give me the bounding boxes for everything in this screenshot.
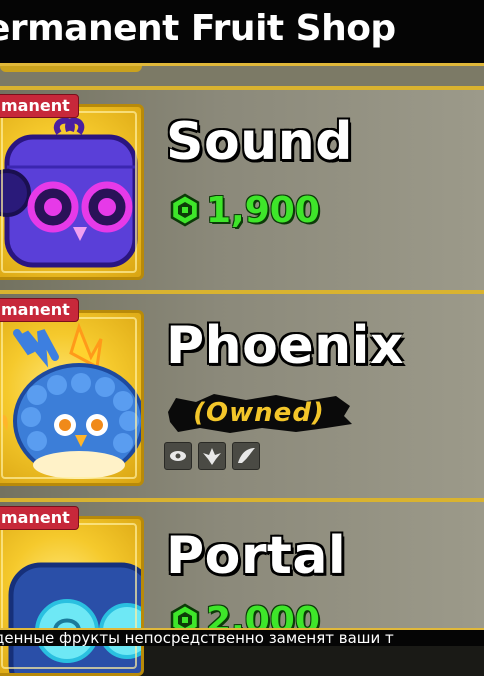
footer-notice: денные фрукты непосредственно заменят ва… [0, 628, 484, 646]
fruit-price[interactable]: 1,900 [168, 189, 320, 231]
permanent-badge: manent [0, 298, 79, 322]
sound-fruit-icon [0, 117, 138, 268]
permanent-badge: manent [0, 506, 79, 530]
owned-banner: (Owned) [166, 392, 352, 434]
previous-card-tile-edge [0, 66, 142, 72]
fruit-card-portal[interactable]: manent Portal 2,000 [0, 498, 484, 676]
fruit-image-tile[interactable] [0, 310, 144, 486]
owned-label: (Owned) [193, 398, 325, 428]
phoenix-skill-icon[interactable] [198, 442, 226, 470]
fruit-name: Sound [166, 112, 353, 172]
portal-fruit-icon [8, 562, 141, 673]
robux-icon [168, 193, 202, 227]
skill-icons [164, 442, 260, 470]
footer-text: денные фрукты непосредственно заменят ва… [0, 629, 394, 646]
fruit-image-tile[interactable] [0, 104, 144, 280]
fruit-card-phoenix[interactable]: manent Phoenix (Owned) [0, 290, 484, 502]
fruit-name: Portal [166, 526, 347, 586]
wing-skill-icon[interactable] [232, 442, 260, 470]
fruit-card-sound[interactable]: manent Sound 1,900 [0, 86, 484, 294]
shop-title: ermanent Fruit Shop [0, 8, 396, 49]
fruit-name: Phoenix [166, 316, 405, 376]
fruit-image-tile[interactable] [0, 516, 144, 676]
permanent-badge: manent [0, 94, 79, 118]
price-value: 1,900 [206, 189, 320, 231]
previous-card-edge [0, 66, 484, 88]
eye-skill-icon[interactable] [164, 442, 192, 470]
phoenix-fruit-icon [1, 322, 141, 479]
shop-header: ermanent Fruit Shop [0, 0, 484, 66]
